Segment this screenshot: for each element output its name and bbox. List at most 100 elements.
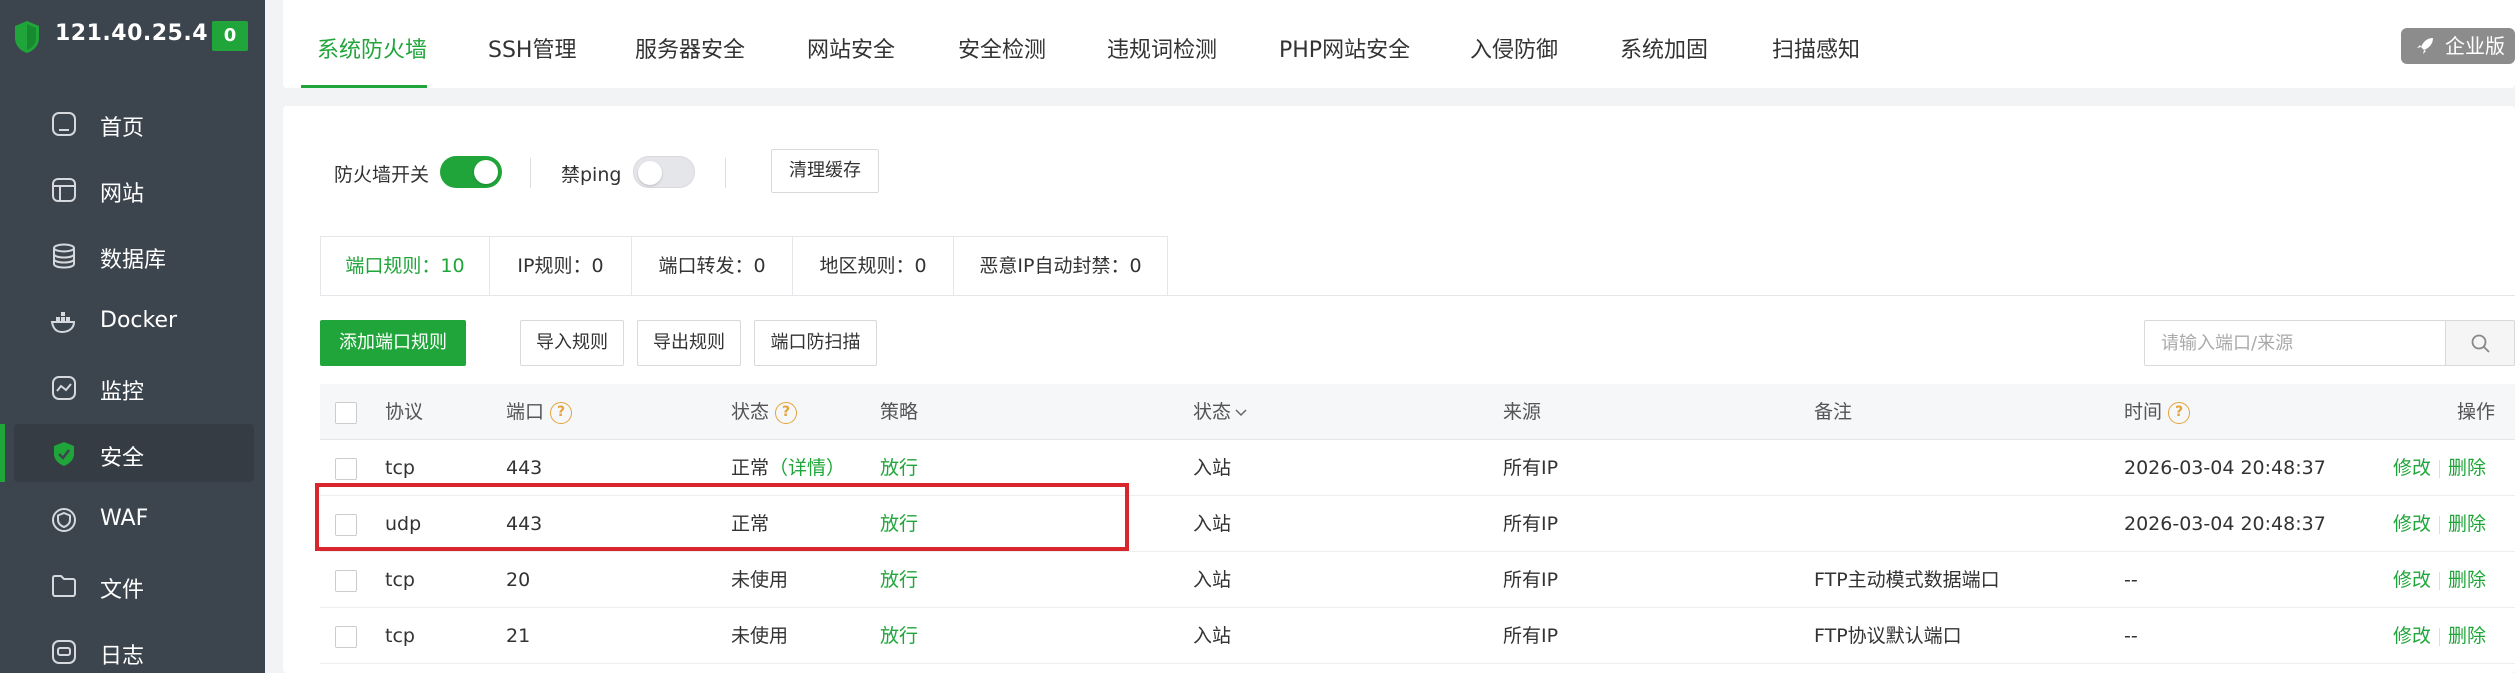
header-source: 来源 [1503, 401, 1542, 423]
tab-port-rules[interactable]: 端口规则：10 [321, 237, 490, 296]
sidebar-item-home[interactable]: 首页 [14, 94, 254, 152]
sidebar-item-label: WAF [100, 506, 149, 531]
cell-direction: 入站 [1193, 625, 1232, 647]
header-status: 状态? [731, 384, 798, 440]
cell-port: 21 [506, 625, 531, 647]
highlight-box [315, 483, 1129, 551]
sidebar-item-monitor[interactable]: 监控 [14, 358, 254, 416]
divider [530, 158, 531, 188]
cell-source: 所有IP [1503, 457, 1559, 479]
sidebar: 121.40.25.4 0 首页 网站 数据库 Docker 监控 安全 WAF… [0, 0, 265, 673]
security-shield-icon [54, 442, 74, 466]
header-status-label: 状态 [731, 401, 770, 423]
firewall-panel: 防火墙开关 禁ping 清理缓存 端口规则：10 IP规则：0 端口转发：0 地… [283, 106, 2515, 673]
tab-region-rules[interactable]: 地区规则：0 [793, 237, 954, 296]
sidebar-item-label: 安全 [100, 446, 145, 471]
help-icon[interactable]: ? [550, 401, 573, 424]
website-icon [52, 178, 76, 202]
header-time: 时间? [2124, 384, 2191, 440]
tab-system-firewall[interactable]: 系统防火墙 [317, 32, 427, 64]
search-button[interactable] [2445, 320, 2515, 366]
sidebar-item-waf[interactable]: WAF [14, 490, 254, 548]
edit-link[interactable]: 修改 [2393, 513, 2431, 535]
sidebar-item-docker[interactable]: Docker [14, 292, 254, 350]
link-separator [2439, 627, 2441, 646]
tab-system-hardening[interactable]: 系统加固 [1620, 32, 1708, 64]
cell-operations: 修改 删除 [2393, 440, 2486, 496]
sidebar-item-database[interactable]: 数据库 [14, 226, 254, 284]
rule-sub-tabs: 端口规则：10 IP规则：0 端口转发：0 地区规则：0 恶意IP自动封禁：0 [320, 236, 1168, 296]
sidebar-item-label: 网站 [100, 182, 145, 207]
delete-link[interactable]: 删除 [2448, 457, 2486, 479]
add-port-rule-button[interactable]: 添加端口规则 [320, 320, 466, 366]
header-direction-label: 状态 [1193, 401, 1232, 423]
cell-protocol: tcp [385, 569, 415, 591]
tab-security-check[interactable]: 安全检测 [958, 32, 1046, 64]
ban-ping-label: 禁ping [561, 164, 622, 186]
enterprise-button[interactable]: 企业版 [2401, 28, 2515, 64]
cell-policy: 放行 [880, 569, 919, 591]
sidebar-item-website[interactable]: 网站 [14, 160, 254, 218]
export-rules-button[interactable]: 导出规则 [637, 320, 741, 366]
link-separator [2439, 515, 2441, 534]
waf-icon [52, 508, 76, 532]
sidebar-item-label: 文件 [100, 578, 145, 603]
status-text: 正常 [731, 457, 770, 479]
sidebar-item-security[interactable]: 安全 [0, 424, 254, 482]
tab-violation-words[interactable]: 违规词检测 [1107, 32, 1217, 64]
table-header: 协议 端口? 状态? 策略 状态 来源 备注 时间? 操作 [320, 384, 2515, 440]
ban-ping-toggle[interactable] [633, 156, 695, 188]
header-direction[interactable]: 状态 [1193, 384, 1248, 440]
header-port-label: 端口 [506, 401, 545, 423]
edit-link[interactable]: 修改 [2393, 569, 2431, 591]
tab-ip-rules[interactable]: IP规则：0 [490, 237, 632, 296]
link-separator [2439, 571, 2441, 590]
brand-shield-icon [15, 21, 39, 53]
row-checkbox[interactable] [335, 458, 357, 480]
cell-source: 所有IP [1503, 569, 1559, 591]
row-checkbox[interactable] [335, 570, 357, 592]
tab-intrusion-prevention[interactable]: 入侵防御 [1470, 32, 1558, 64]
delete-link[interactable]: 删除 [2448, 513, 2486, 535]
table-row: tcp 20 未使用 放行 入站 所有IP FTP主动模式数据端口 -- 修改删… [320, 552, 2515, 608]
cell-port: 20 [506, 569, 531, 591]
delete-link[interactable]: 删除 [2448, 569, 2486, 591]
sub-tabs-baseline [320, 295, 2515, 296]
select-all-checkbox[interactable] [335, 402, 357, 424]
notification-badge[interactable]: 0 [212, 21, 248, 51]
search-input[interactable] [2144, 320, 2446, 366]
sidebar-item-files[interactable]: 文件 [14, 556, 254, 614]
server-ip[interactable]: 121.40.25.4 [55, 21, 208, 46]
help-icon[interactable]: ? [775, 401, 798, 424]
tab-scan-detection[interactable]: 扫描感知 [1772, 32, 1860, 64]
cell-time: -- [2124, 625, 2138, 647]
tab-ssh[interactable]: SSH管理 [488, 32, 576, 64]
cell-remark[interactable]: FTP协议默认端口 [1814, 608, 1962, 664]
tab-website-security[interactable]: 网站安全 [807, 32, 895, 64]
cell-remark[interactable]: FTP主动模式数据端口 [1814, 552, 2000, 608]
chevron-down-icon [1235, 409, 1247, 417]
import-rules-button[interactable]: 导入规则 [520, 320, 624, 366]
tab-malicious-ip-ban[interactable]: 恶意IP自动封禁：0 [954, 237, 1167, 296]
clear-cache-button[interactable]: 清理缓存 [771, 149, 879, 193]
tab-port-forward[interactable]: 端口转发：0 [632, 237, 793, 296]
cell-operations: 修改 删除 [2393, 496, 2486, 552]
detail-link[interactable]: （详情） [769, 457, 845, 479]
tab-server-security[interactable]: 服务器安全 [635, 32, 745, 64]
table-row: tcp 21 未使用 放行 入站 所有IP FTP协议默认端口 -- 修改 删除 [320, 608, 2515, 664]
firewall-toggle[interactable] [440, 156, 502, 188]
header-port: 端口? [506, 384, 573, 440]
security-top-tabs: 系统防火墙 SSH管理 服务器安全 网站安全 安全检测 违规词检测 PHP网站安… [283, 0, 2515, 88]
edit-link[interactable]: 修改 [2393, 625, 2431, 647]
server-header: 121.40.25.4 0 [0, 0, 265, 75]
cell-direction: 入站 [1193, 569, 1232, 591]
cell-policy: 放行 [880, 625, 919, 647]
sidebar-item-label: 首页 [100, 116, 145, 141]
delete-link[interactable]: 删除 [2448, 625, 2486, 647]
port-anti-scan-button[interactable]: 端口防扫描 [754, 320, 877, 366]
edit-link[interactable]: 修改 [2393, 457, 2431, 479]
tab-php-security[interactable]: PHP网站安全 [1279, 32, 1410, 64]
help-icon[interactable]: ? [2168, 401, 2191, 424]
sidebar-item-logs[interactable]: 日志 [14, 622, 254, 673]
row-checkbox[interactable] [335, 626, 357, 648]
